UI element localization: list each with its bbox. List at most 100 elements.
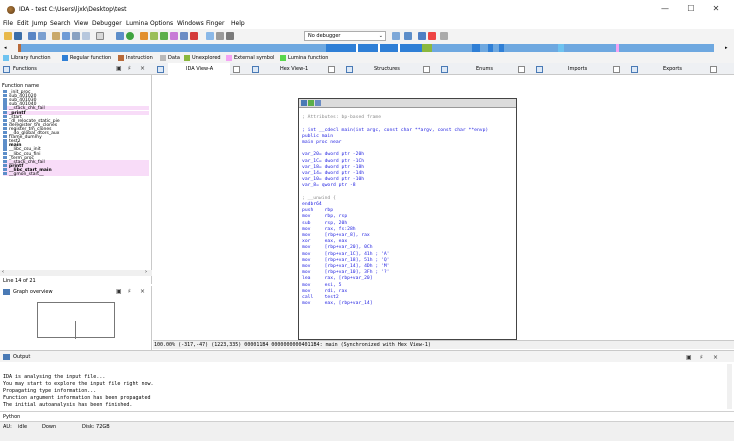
tab-ida-view-a[interactable]: IDA View-A — [168, 63, 230, 75]
function-icon — [3, 106, 7, 110]
debug-options-icon[interactable] — [392, 32, 400, 40]
lumina-push-icon[interactable] — [428, 32, 436, 40]
debugger-select[interactable]: No debugger ⌄ — [304, 31, 386, 41]
disassembly-line[interactable]: mov eax, [rbp+var_14] — [302, 301, 373, 307]
navigation-bar[interactable] — [18, 44, 714, 52]
scroll-right-icon[interactable]: › — [145, 269, 147, 275]
tab-imports[interactable]: Imports — [568, 63, 587, 75]
disassembly-line[interactable]: main proc near — [302, 140, 342, 146]
menu-view[interactable]: View — [74, 20, 88, 27]
imports-tab-icon — [536, 66, 543, 73]
save-icon[interactable] — [14, 32, 22, 40]
tab-close-icon[interactable] — [423, 66, 430, 73]
hex-icon[interactable] — [180, 32, 188, 40]
function-icon — [3, 126, 7, 131]
play-icon[interactable] — [206, 32, 214, 40]
legend-swatch — [184, 55, 190, 61]
graph-node-main[interactable]: ; Attributes: bp-based frame; int __cdec… — [298, 98, 517, 340]
tab-structures[interactable]: Structures — [374, 63, 400, 75]
panel-float-icon[interactable]: ♯ — [128, 288, 131, 295]
binary-icon[interactable] — [52, 32, 60, 40]
graph-icon[interactable] — [116, 32, 124, 40]
tab-close-icon[interactable] — [233, 66, 240, 73]
binary-search-icon[interactable] — [72, 32, 80, 40]
attach-icon[interactable] — [404, 32, 412, 40]
output-scrollbar[interactable] — [727, 364, 732, 409]
tab-close-icon[interactable] — [328, 66, 335, 73]
nav-segment — [326, 44, 422, 52]
node-group-icon[interactable] — [315, 100, 321, 106]
menu-windows[interactable]: Windows — [177, 20, 204, 27]
status-bar: AU: idle Down Disk: 72GB — [0, 421, 734, 441]
function-icon — [3, 118, 7, 123]
menu-edit[interactable]: Edit — [17, 20, 29, 27]
menu-debugger[interactable]: Debugger — [92, 20, 122, 27]
scroll-left-icon[interactable]: ‹ — [2, 269, 4, 275]
menu-lumina[interactable]: Lumina — [126, 20, 148, 27]
python-input-row[interactable]: Python — [0, 411, 734, 421]
output-line: Propagating type information... — [3, 388, 97, 394]
output-icon — [3, 354, 10, 360]
close-button[interactable]: ✕ — [709, 4, 723, 14]
run-icon[interactable] — [126, 32, 134, 40]
tab-close-icon[interactable] — [710, 66, 717, 73]
nav-right-arrow-icon[interactable]: ▸ — [725, 45, 728, 51]
maximize-button[interactable]: ☐ — [684, 4, 698, 14]
panel-close-icon[interactable]: × — [140, 65, 145, 72]
structs-icon[interactable] — [140, 32, 148, 40]
back-icon[interactable] — [28, 32, 36, 40]
tab-enums[interactable]: Enums — [476, 63, 493, 75]
nav-left-arrow-icon[interactable]: ◂ — [4, 45, 7, 51]
delete-icon[interactable] — [190, 32, 198, 40]
exports-icon[interactable] — [170, 32, 178, 40]
text-search-icon[interactable] — [62, 32, 70, 40]
disassembly-line[interactable]: var_8= qword ptr -8 — [302, 183, 356, 189]
immediate-search-icon[interactable] — [82, 32, 90, 40]
panel-restore-icon[interactable]: ▣ — [116, 288, 122, 295]
menu-options[interactable]: Options — [150, 20, 173, 27]
graph-overview-viewport[interactable] — [37, 302, 115, 339]
nav-segment — [378, 44, 380, 52]
node-graph-icon[interactable] — [308, 100, 314, 106]
panel-float-icon[interactable]: ♯ — [700, 354, 703, 361]
tab-close-icon[interactable] — [518, 66, 525, 73]
lumina-pull-icon[interactable] — [418, 32, 426, 40]
tab-hex-view-1[interactable]: Hex View-1 — [280, 63, 308, 75]
function-name-column[interactable]: Function name — [2, 83, 39, 89]
function-icon — [3, 167, 7, 172]
panel-float-icon[interactable]: ♯ — [128, 65, 131, 72]
imports-icon[interactable] — [160, 32, 168, 40]
debugger-select-value: No debugger — [308, 33, 341, 39]
python-prompt-button[interactable]: Python — [3, 414, 20, 420]
search-direction: Down — [42, 424, 57, 430]
forward-icon[interactable] — [38, 32, 46, 40]
menu-file[interactable]: File — [3, 20, 13, 27]
tab-close-icon[interactable] — [613, 66, 620, 73]
function-icon — [3, 94, 7, 98]
pause-icon[interactable] — [216, 32, 224, 40]
stop-icon[interactable] — [226, 32, 234, 40]
function-name: __gmon_start__ — [9, 172, 44, 178]
tab-exports[interactable]: Exports — [663, 63, 682, 75]
menu-jump[interactable]: Jump — [32, 20, 47, 27]
analyze-icon[interactable] — [96, 32, 104, 40]
menu-finger[interactable]: Finger — [206, 20, 224, 27]
function-list-item[interactable]: __gmon_start__ — [3, 172, 149, 178]
panel-close-icon[interactable]: × — [140, 288, 145, 295]
au-state: idle — [18, 424, 28, 430]
enums-icon[interactable] — [150, 32, 158, 40]
open-icon[interactable] — [4, 32, 12, 40]
disassembly-line[interactable]: ; Attributes: bp-based frame — [302, 115, 381, 121]
node-color-icon[interactable] — [301, 100, 307, 106]
menu-help[interactable]: Help — [231, 20, 245, 27]
menu-search[interactable]: Search — [50, 20, 71, 27]
panel-restore-icon[interactable]: ▣ — [116, 65, 122, 72]
minimize-button[interactable]: — — [658, 4, 672, 14]
panel-restore-icon[interactable]: ▣ — [686, 354, 692, 361]
panel-close-icon[interactable]: × — [713, 354, 718, 361]
horizontal-scrollbar[interactable]: ‹ › — [0, 269, 152, 276]
finger-icon[interactable] — [440, 32, 448, 40]
enums-tab-icon — [441, 66, 448, 73]
ida-view-canvas[interactable]: ; Attributes: bp-based frame; int __cdec… — [153, 75, 734, 340]
function-icon — [3, 114, 7, 118]
